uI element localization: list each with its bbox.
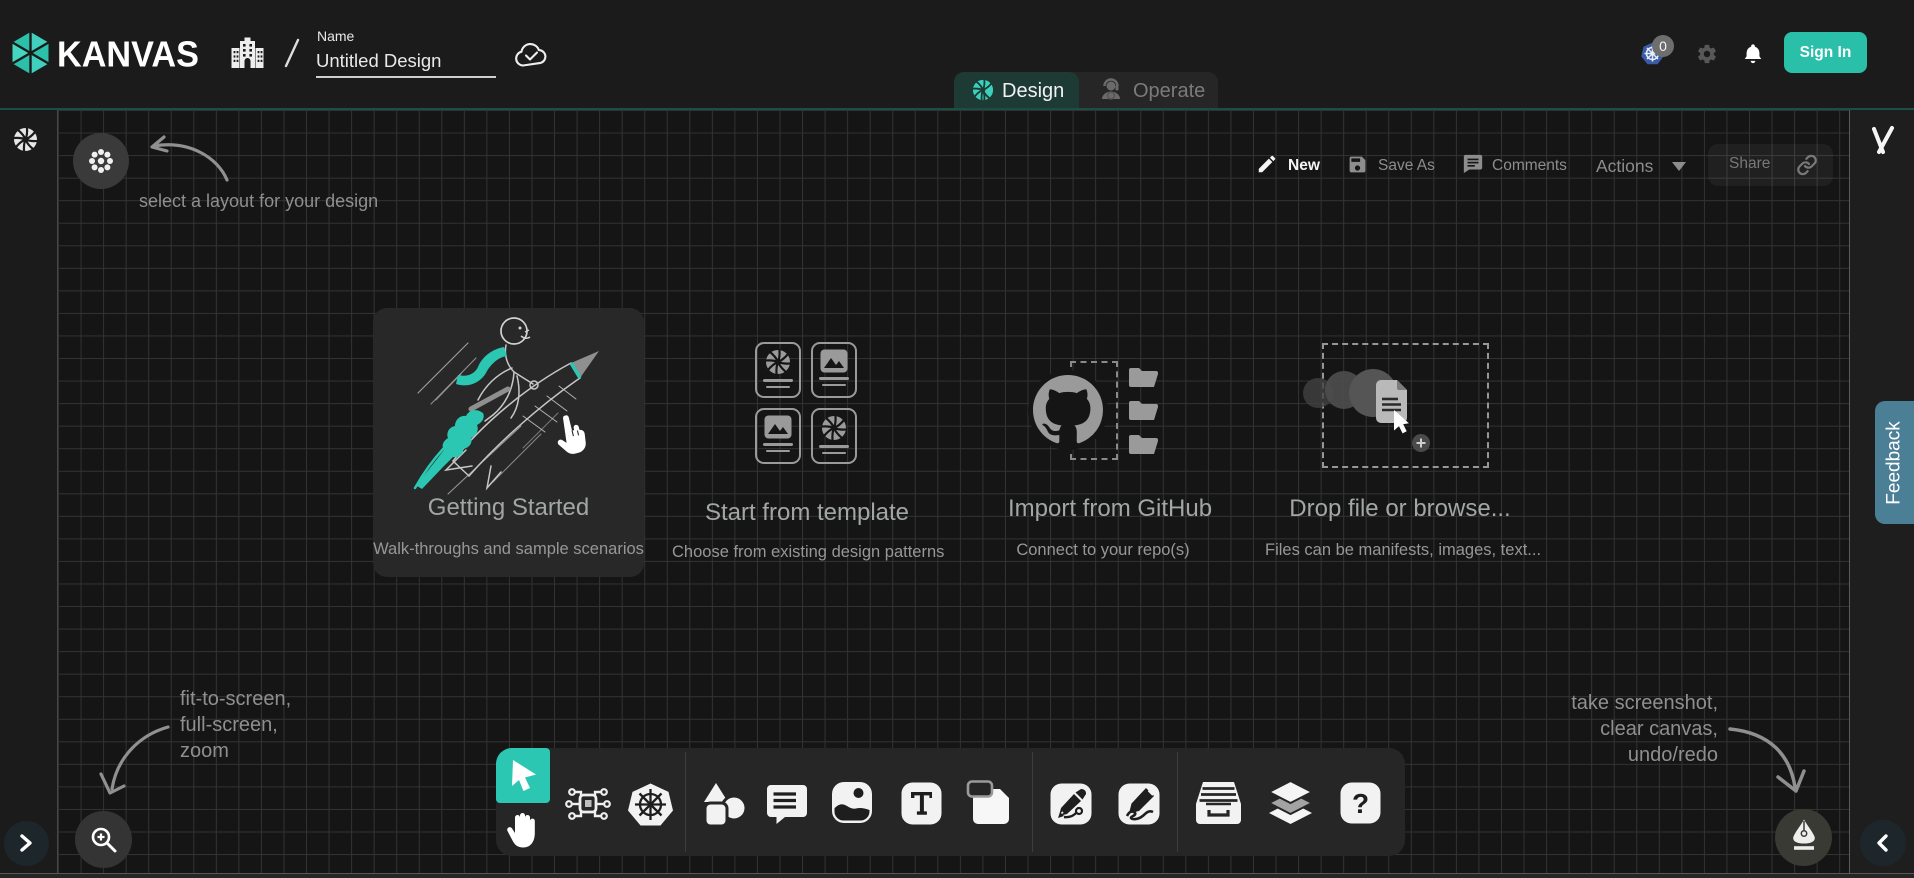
svg-text:?: ? [1352, 788, 1369, 819]
